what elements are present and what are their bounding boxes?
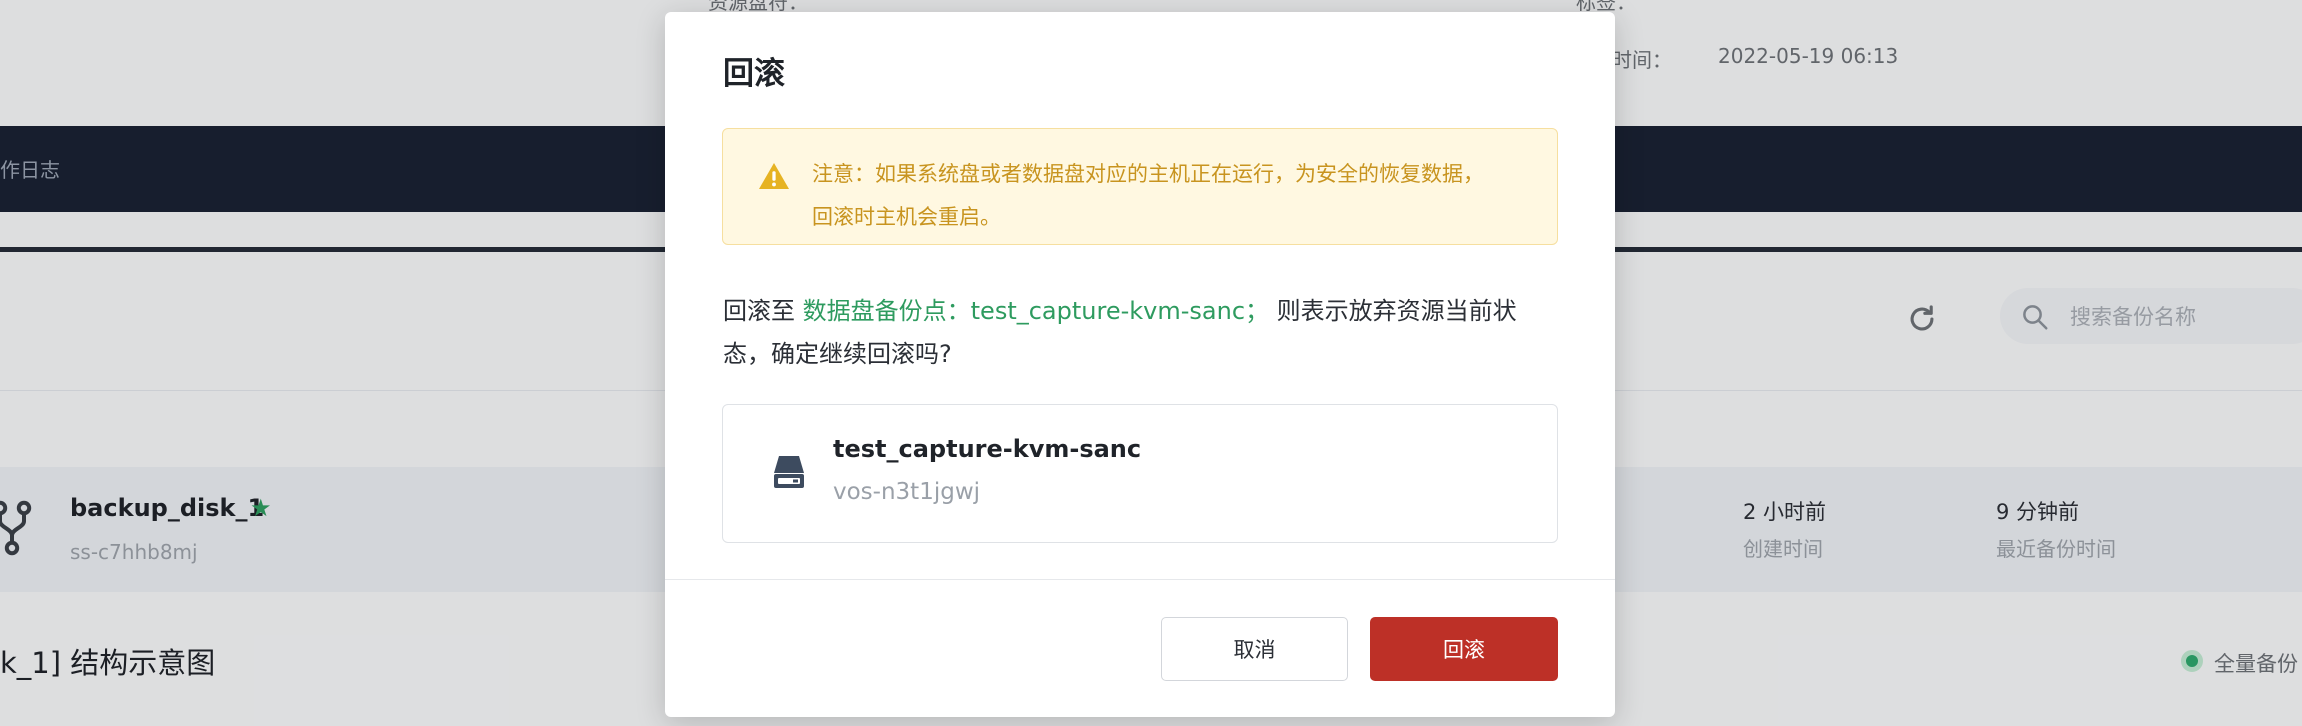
warning-alert: 注意：如果系统盘或者数据盘对应的主机正在运行，为安全的恢复数据，回滚时主机会重启… (722, 128, 1558, 245)
disk-icon (774, 456, 804, 488)
dialog-title: 回滚 (723, 56, 785, 92)
warning-text: 注意：如果系统盘或者数据盘对应的主机正在运行，为安全的恢复数据，回滚时主机会重启… (812, 162, 1484, 229)
rollback-message: 回滚至 数据盘备份点：test_capture-kvm-sanc； 则表示放弃资… (723, 290, 1553, 376)
message-highlight: 数据盘备份点：test_capture-kvm-sanc； (802, 297, 1270, 325)
rollback-dialog: 回滚 注意：如果系统盘或者数据盘对应的主机正在运行，为安全的恢复数据，回滚时主机… (665, 12, 1615, 717)
backup-point-id: vos-n3t1jgwj (833, 479, 981, 505)
cancel-button[interactable]: 取消 (1161, 617, 1348, 681)
rollback-confirm-button[interactable]: 回滚 (1370, 617, 1558, 681)
backup-point-name: test_capture-kvm-sanc (833, 435, 1142, 463)
backup-point-card: test_capture-kvm-sanc vos-n3t1jgwj (722, 404, 1558, 543)
footer-divider (665, 579, 1615, 580)
warning-icon (759, 163, 789, 189)
message-prefix: 回滚至 (723, 297, 803, 325)
